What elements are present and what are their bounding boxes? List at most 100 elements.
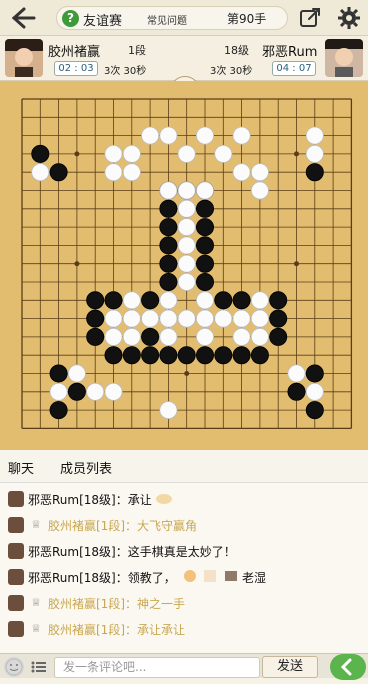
white-stone[interactable] (305, 382, 324, 401)
white-stone[interactable] (287, 364, 306, 383)
black-stone[interactable] (250, 346, 269, 365)
black-stone[interactable] (104, 346, 123, 365)
white-stone[interactable] (195, 291, 214, 310)
white-stone[interactable] (122, 327, 141, 346)
black-stone[interactable] (195, 254, 214, 273)
tab-chat[interactable]: 聊天 (8, 458, 35, 485)
black-stone[interactable] (86, 309, 105, 328)
black-stone[interactable] (177, 346, 196, 365)
black-stone[interactable] (287, 382, 306, 401)
black-stone[interactable] (141, 346, 160, 365)
faq-link[interactable]: 常见问题 (147, 12, 187, 27)
white-stone[interactable] (122, 291, 141, 310)
white-stone[interactable] (195, 309, 214, 328)
white-stone[interactable] (177, 272, 196, 291)
help-icon[interactable]: ? (62, 10, 79, 27)
black-stone[interactable] (159, 218, 178, 237)
black-stone[interactable] (214, 291, 233, 310)
white-stone[interactable] (159, 327, 178, 346)
chat-messages[interactable]: 邪恶Rum[18级]：承让 ♕ 胶州褚赢[1段]：大飞守赢角 邪恶Rum[18级… (0, 483, 368, 653)
white-stone[interactable] (177, 199, 196, 218)
settings-button[interactable] (336, 5, 362, 31)
white-stone[interactable] (177, 236, 196, 255)
white-stone[interactable] (159, 126, 178, 145)
send-button[interactable]: 发送 (262, 656, 318, 678)
black-stone[interactable] (141, 291, 160, 310)
go-board[interactable] (0, 81, 368, 450)
share-button[interactable] (298, 6, 322, 30)
white-stone[interactable] (104, 163, 123, 182)
black-stone[interactable] (49, 163, 68, 182)
black-stone[interactable] (195, 272, 214, 291)
white-stone[interactable] (250, 309, 269, 328)
white-stone[interactable] (250, 163, 269, 182)
black-stone[interactable] (232, 346, 251, 365)
white-stone[interactable] (177, 218, 196, 237)
white-stone[interactable] (122, 309, 141, 328)
black-stone[interactable] (159, 272, 178, 291)
black-stone[interactable] (195, 236, 214, 255)
white-stone[interactable] (232, 327, 251, 346)
black-stone[interactable] (141, 327, 160, 346)
white-stone[interactable] (141, 126, 160, 145)
black-stone[interactable] (195, 199, 214, 218)
collapse-button[interactable] (330, 654, 366, 680)
black-stone[interactable] (67, 382, 86, 401)
emoji-button[interactable] (4, 657, 24, 677)
white-stone[interactable] (232, 163, 251, 182)
black-stone[interactable] (195, 346, 214, 365)
white-stone[interactable] (159, 181, 178, 200)
white-stone[interactable] (177, 309, 196, 328)
white-stone[interactable] (214, 144, 233, 163)
white-stone[interactable] (86, 382, 105, 401)
black-stone[interactable] (305, 364, 324, 383)
tab-member-list[interactable]: 成员列表 (60, 458, 112, 477)
player-left-avatar[interactable] (5, 39, 43, 77)
white-stone[interactable] (104, 309, 123, 328)
black-stone[interactable] (305, 401, 324, 420)
white-stone[interactable] (122, 144, 141, 163)
player-right-avatar[interactable] (325, 39, 363, 77)
black-stone[interactable] (49, 401, 68, 420)
white-stone[interactable] (159, 309, 178, 328)
white-stone[interactable] (67, 364, 86, 383)
white-stone[interactable] (141, 309, 160, 328)
white-stone[interactable] (214, 309, 233, 328)
black-stone[interactable] (104, 291, 123, 310)
white-stone[interactable] (232, 309, 251, 328)
go-board-svg[interactable] (0, 81, 368, 450)
black-stone[interactable] (31, 144, 50, 163)
white-stone[interactable] (195, 126, 214, 145)
black-stone[interactable] (49, 364, 68, 383)
comment-input[interactable]: 发一条评论吧... (54, 657, 260, 678)
white-stone[interactable] (49, 382, 68, 401)
black-stone[interactable] (305, 163, 324, 182)
black-stone[interactable] (214, 346, 233, 365)
white-stone[interactable] (250, 291, 269, 310)
black-stone[interactable] (159, 236, 178, 255)
black-stone[interactable] (159, 254, 178, 273)
menu-button[interactable] (30, 658, 48, 676)
black-stone[interactable] (232, 291, 251, 310)
white-stone[interactable] (177, 144, 196, 163)
white-stone[interactable] (177, 254, 196, 273)
black-stone[interactable] (86, 327, 105, 346)
white-stone[interactable] (232, 126, 251, 145)
white-stone[interactable] (31, 163, 50, 182)
white-stone[interactable] (104, 144, 123, 163)
black-stone[interactable] (195, 218, 214, 237)
black-stone[interactable] (159, 346, 178, 365)
white-stone[interactable] (177, 181, 196, 200)
white-stone[interactable] (195, 181, 214, 200)
white-stone[interactable] (195, 327, 214, 346)
back-button[interactable] (6, 4, 40, 32)
black-stone[interactable] (86, 291, 105, 310)
white-stone[interactable] (104, 327, 123, 346)
white-stone[interactable] (305, 144, 324, 163)
black-stone[interactable] (269, 309, 288, 328)
white-stone[interactable] (250, 327, 269, 346)
black-stone[interactable] (122, 346, 141, 365)
white-stone[interactable] (104, 382, 123, 401)
black-stone[interactable] (159, 199, 178, 218)
white-stone[interactable] (305, 126, 324, 145)
